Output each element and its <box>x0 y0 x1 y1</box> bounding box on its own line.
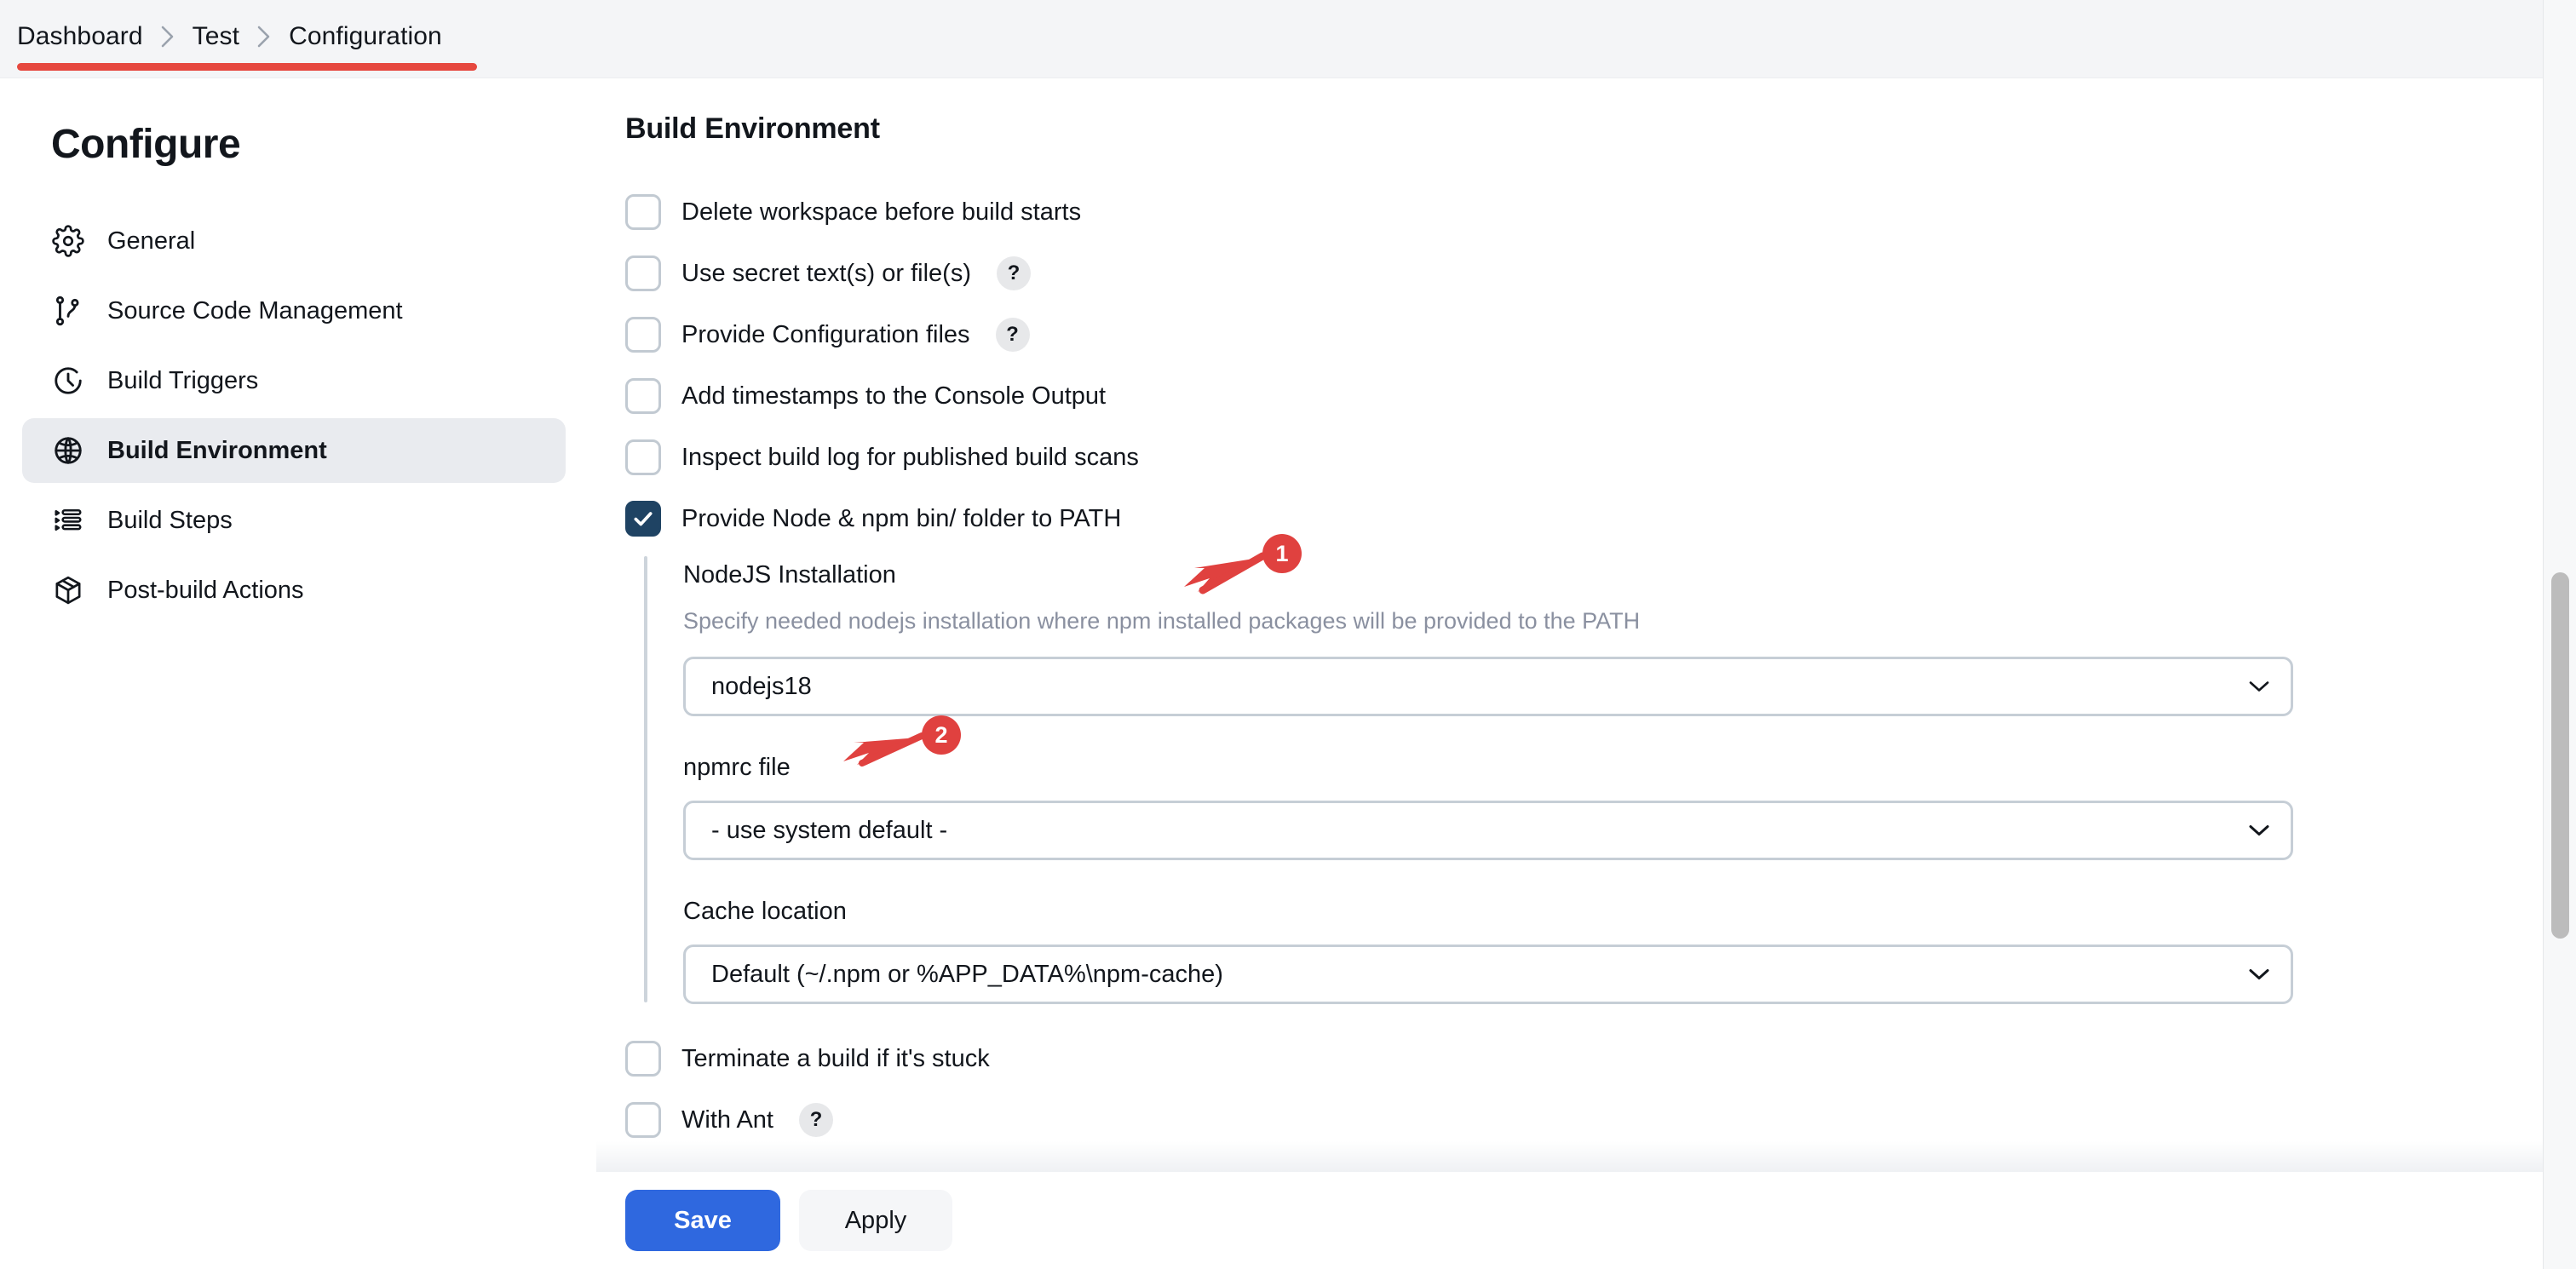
checkbox-label-add-timestamps: Add timestamps to the Console Output <box>681 382 1106 411</box>
help-icon-use-secret[interactable]: ? <box>997 256 1031 290</box>
checkbox-label-delete-workspace: Delete workspace before build starts <box>681 198 1081 227</box>
sidebar-item-label-post-build-actions: Post-build Actions <box>107 577 304 605</box>
sidebar: Configure General <box>0 78 596 1269</box>
checkbox-inspect-build-log[interactable] <box>625 439 661 475</box>
nodejs-options-panel: NodeJS Installation Specify needed nodej… <box>644 549 2543 1013</box>
field-label-npmrc-file: npmrc file <box>683 754 2543 782</box>
sidebar-item-label-general: General <box>107 227 195 256</box>
apply-button[interactable]: Apply <box>799 1190 952 1251</box>
gear-icon <box>51 224 85 258</box>
checkbox-add-timestamps[interactable] <box>625 378 661 414</box>
select-value-npmrc-file: - use system default - <box>711 817 947 845</box>
page-header: Dashboard Test Configuration <box>0 0 2543 78</box>
git-branch-icon <box>51 294 85 328</box>
sidebar-item-post-build-actions[interactable]: Post-build Actions <box>22 558 566 623</box>
chevron-down-icon-cache <box>2248 968 2270 981</box>
checkbox-row-add-timestamps[interactable]: Add timestamps to the Console Output <box>625 365 2543 427</box>
breadcrumb-item-configuration[interactable]: Configuration <box>289 22 442 51</box>
save-button[interactable]: Save <box>625 1190 780 1251</box>
sidebar-item-general[interactable]: General <box>22 209 566 273</box>
checkbox-row-terminate-build[interactable]: Terminate a build if it's stuck <box>625 1028 2543 1089</box>
checkbox-label-with-ant: With Ant <box>681 1106 773 1134</box>
field-label-nodejs-installation: NodeJS Installation <box>683 561 2543 589</box>
checkbox-label-use-secret: Use secret text(s) or file(s) <box>681 260 971 288</box>
vertical-scrollbar-track[interactable] <box>2543 0 2576 1269</box>
sidebar-nav: General Source Code Management <box>0 209 596 623</box>
checkbox-row-delete-workspace[interactable]: Delete workspace before build starts <box>625 181 2543 243</box>
chevron-right-icon <box>158 24 177 49</box>
field-group-nodejs-installation: NodeJS Installation Specify needed nodej… <box>683 561 2543 716</box>
field-label-cache-location: Cache location <box>683 898 2543 926</box>
sidebar-item-build-steps[interactable]: Build Steps <box>22 488 566 553</box>
select-cache-location[interactable]: Default (~/.npm or %APP_DATA%\npm-cache) <box>683 945 2293 1004</box>
checkbox-row-provide-configuration-files[interactable]: Provide Configuration files ? <box>625 304 2543 365</box>
breadcrumb-underline-highlight <box>17 63 477 71</box>
section-title: Build Environment <box>625 112 2543 146</box>
form-footer: Save Apply <box>596 1172 2543 1269</box>
help-icon-provide-configuration-files[interactable]: ? <box>996 318 1030 352</box>
sidebar-item-source-code-management[interactable]: Source Code Management <box>22 278 566 343</box>
page-title: Configure <box>0 121 596 168</box>
field-group-cache-location: Cache location Default (~/.npm or %APP_D… <box>683 898 2543 1004</box>
build-environment-options: Delete workspace before build starts Use… <box>625 181 2543 549</box>
help-icon-with-ant[interactable]: ? <box>799 1103 833 1137</box>
vertical-scrollbar-thumb[interactable] <box>2551 572 2569 939</box>
checkbox-row-use-secret[interactable]: Use secret text(s) or file(s) ? <box>625 243 2543 304</box>
list-steps-icon <box>51 503 85 537</box>
select-npmrc-file[interactable]: - use system default - <box>683 801 2293 860</box>
package-icon <box>51 573 85 607</box>
field-group-npmrc-file: npmrc file - use system default - <box>683 754 2543 860</box>
globe-icon <box>51 434 85 468</box>
checkbox-provide-configuration-files[interactable] <box>625 317 661 353</box>
chevron-right-icon-2 <box>255 24 273 49</box>
sidebar-item-build-environment[interactable]: Build Environment <box>22 418 566 483</box>
breadcrumb-item-test[interactable]: Test <box>193 22 239 51</box>
chevron-down-icon-nodejs <box>2248 680 2270 693</box>
checkbox-label-terminate-build: Terminate a build if it's stuck <box>681 1045 990 1073</box>
checkbox-with-ant[interactable] <box>625 1102 661 1138</box>
select-nodejs-installation[interactable]: nodejs18 <box>683 657 2293 716</box>
sidebar-item-build-triggers[interactable]: Build Triggers <box>22 348 566 413</box>
sidebar-item-label-build-environment: Build Environment <box>107 437 327 465</box>
checkbox-use-secret[interactable] <box>625 256 661 291</box>
checkbox-terminate-build[interactable] <box>625 1041 661 1077</box>
checkbox-row-with-ant[interactable]: With Ant ? <box>625 1089 2543 1151</box>
main-content: Build Environment Delete workspace befor… <box>596 78 2543 1269</box>
checkbox-row-provide-node-npm[interactable]: Provide Node & npm bin/ folder to PATH <box>625 488 2543 549</box>
sidebar-item-label-scm: Source Code Management <box>107 297 403 325</box>
breadcrumb-item-dashboard[interactable]: Dashboard <box>17 22 143 51</box>
checkbox-delete-workspace[interactable] <box>625 194 661 230</box>
checkbox-label-inspect-build-log: Inspect build log for published build sc… <box>681 444 1139 472</box>
sidebar-item-label-build-steps: Build Steps <box>107 507 233 535</box>
build-environment-options-after: Terminate a build if it's stuck With Ant… <box>625 1028 2543 1151</box>
checkbox-provide-node-npm[interactable] <box>625 501 661 537</box>
select-value-cache-location: Default (~/.npm or %APP_DATA%\npm-cache) <box>711 961 1223 989</box>
clock-icon <box>51 364 85 398</box>
sidebar-item-label-build-triggers: Build Triggers <box>107 367 258 395</box>
select-value-nodejs-installation: nodejs18 <box>711 673 812 701</box>
configuration-page: Dashboard Test Configuration Configure <box>0 0 2576 1269</box>
breadcrumb: Dashboard Test Configuration <box>17 22 442 51</box>
checkbox-row-inspect-build-log[interactable]: Inspect build log for published build sc… <box>625 427 2543 488</box>
chevron-down-icon-npmrc <box>2248 824 2270 837</box>
field-help-nodejs-installation: Specify needed nodejs installation where… <box>683 608 2543 634</box>
checkbox-label-provide-configuration-files: Provide Configuration files <box>681 321 970 349</box>
checkbox-label-provide-node-npm: Provide Node & npm bin/ folder to PATH <box>681 505 1121 533</box>
